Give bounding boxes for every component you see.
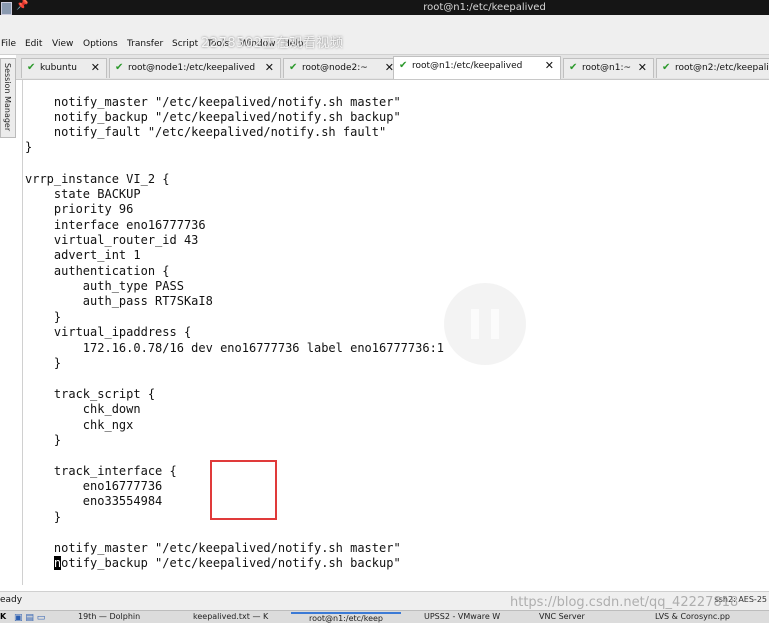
menu-bar: File Edit View Options Transfer Script T… [0, 36, 769, 55]
title-bar: 📌 root@n1:/etc/keepalived [0, 0, 769, 15]
status-text: eady [0, 595, 23, 605]
terminal-line: track_script { [25, 387, 156, 401]
tab-label: root@n1:~ [582, 63, 632, 73]
window-title: root@n1:/etc/keepalived [423, 2, 546, 13]
terminal-line: auth_type PASS [25, 279, 184, 293]
task-vnc-server[interactable]: VNC Server [521, 612, 631, 623]
terminal-line: chk_down [25, 402, 141, 416]
terminal-line: virtual_ipaddress { [25, 325, 192, 339]
close-tab-icon[interactable]: ✕ [638, 61, 647, 74]
connected-check-icon: ✔ [27, 62, 36, 73]
terminal-line: } [25, 356, 62, 370]
terminal-line: interface eno16777736 [25, 218, 206, 232]
terminal-line: } [25, 433, 62, 447]
terminal-line: eno16777736 [25, 479, 163, 493]
start-menu-icon[interactable]: K [0, 612, 6, 621]
tab-label: root@n2:/etc/keepalived [675, 63, 769, 73]
terminal-line: state BACKUP [25, 187, 141, 201]
task-dolphin[interactable]: 19th — Dolphin [60, 612, 170, 623]
terminal-cursor-line: notify_backup "/etc/keepalived/notify.sh… [25, 556, 401, 571]
session-manager-tab[interactable]: Session Manager [0, 58, 16, 138]
close-tab-icon[interactable]: ✕ [545, 59, 554, 72]
terminal-line: track_interface { [25, 464, 177, 478]
terminal-line: 172.16.0.78/16 dev eno16777736 label eno… [25, 341, 445, 355]
terminal-line: chk_ngx [25, 418, 134, 432]
task-lvs-corosync[interactable]: LVS & Corosync.pp [637, 612, 769, 623]
terminal-line: } [25, 310, 62, 324]
connected-check-icon: ✔ [399, 60, 408, 71]
terminal-line: notify_fault "/etc/keepalived/notify.sh … [25, 125, 387, 139]
terminal-line: virtual_router_id 43 [25, 233, 199, 247]
session-manager-label: Session Manager [3, 63, 12, 132]
tab-node1-keepalived[interactable]: ✔ root@node1:/etc/keepalived ✕ [109, 58, 281, 78]
connected-check-icon: ✔ [289, 62, 298, 73]
taskbar: K ▣ ▤ ▭ 19th — Dolphin keepalived.txt — … [0, 610, 769, 623]
terminal-line: notify_master "/etc/keepalived/notify.sh… [25, 95, 401, 109]
highlight-box [210, 460, 277, 520]
tab-strip: ✔ kubuntu ✕ ✔ root@node1:/etc/keepalived… [16, 55, 769, 80]
terminal-line: eno33554984 [25, 494, 163, 508]
menu-edit[interactable]: Edit [25, 39, 42, 49]
menu-script[interactable]: Script [172, 39, 198, 49]
tab-n1-home[interactable]: ✔ root@n1:~ ✕ [563, 58, 654, 78]
terminal-line: } [25, 510, 62, 524]
terminal-line: } [25, 140, 33, 154]
tab-n2-keepalived[interactable]: ✔ root@n2:/etc/keepalived [656, 58, 769, 78]
terminal-line: notify_master "/etc/keepalived/notify.sh… [25, 541, 401, 555]
menu-view[interactable]: View [52, 39, 73, 49]
terminal-line: auth_pass RT7SKaI8 [25, 294, 213, 308]
close-tab-icon[interactable]: ✕ [265, 61, 274, 74]
connected-check-icon: ✔ [569, 62, 578, 73]
blog-watermark: https://blog.csdn.net/qq_42227818 [510, 595, 739, 610]
tab-label: root@node2:~ [302, 63, 368, 73]
terminal-line: priority 96 [25, 202, 134, 216]
terminal-line: vrrp_instance VI_2 { [25, 172, 170, 186]
task-securecrt[interactable]: root@n1:/etc/keep [291, 612, 401, 623]
task-keepalived-txt[interactable]: keepalived.txt — K [175, 612, 285, 623]
tab-node2[interactable]: ✔ root@node2:~ ✕ [283, 58, 401, 78]
terminal-line: advert_int 1 [25, 248, 141, 262]
tab-kubuntu[interactable]: ✔ kubuntu ✕ [21, 58, 107, 78]
tab-n1-keepalived[interactable]: ✔ root@n1:/etc/keepalived ✕ [393, 56, 561, 79]
toolbar-strip [0, 15, 769, 36]
menu-transfer[interactable]: Transfer [127, 39, 163, 49]
menu-options[interactable]: Options [83, 39, 118, 49]
cursor-line-rest: otify_backup "/etc/keepalived/notify.sh … [61, 556, 401, 570]
connected-check-icon: ✔ [115, 62, 124, 73]
pause-icon[interactable] [444, 283, 526, 365]
tab-label: root@n1:/etc/keepalived [412, 61, 523, 71]
tab-label: root@node1:/etc/keepalived [128, 63, 256, 73]
tab-label: kubuntu [40, 63, 77, 73]
viewer-watermark: 2278502正在观看视频 [201, 36, 344, 51]
task-vmware[interactable]: UPSS2 - VMware W [406, 612, 516, 623]
terminal-area[interactable]: notify_master "/etc/keepalived/notify.sh… [22, 80, 769, 585]
connected-check-icon: ✔ [662, 62, 671, 73]
close-tab-icon[interactable]: ✕ [91, 61, 100, 74]
terminal-line: authentication { [25, 264, 170, 278]
terminal-line: notify_backup "/etc/keepalived/notify.sh… [25, 110, 401, 124]
menu-file[interactable]: File [1, 39, 16, 49]
